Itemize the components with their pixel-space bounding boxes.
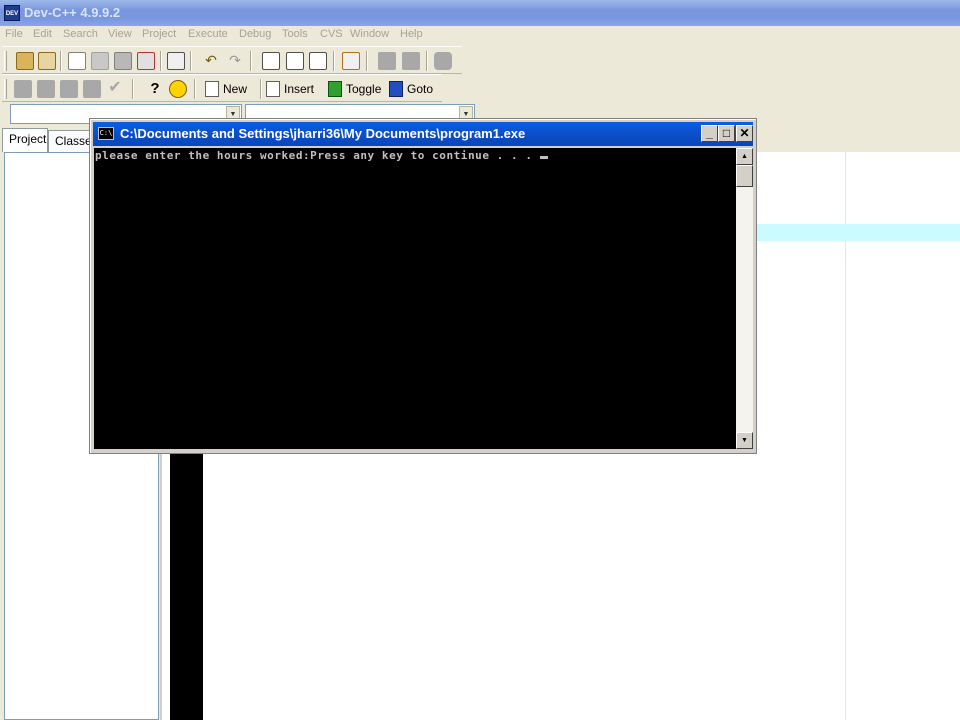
tab-project[interactable]: Project — [2, 128, 48, 152]
maximize-button[interactable]: □ — [718, 125, 735, 142]
new-button[interactable]: New — [205, 78, 247, 100]
goto-line-icon[interactable] — [342, 52, 360, 70]
minimize-button[interactable]: _ — [701, 125, 718, 142]
close-file-icon[interactable] — [137, 52, 155, 70]
menu-project[interactable]: Project — [142, 28, 176, 40]
toggle-bookmark-button[interactable]: Toggle — [328, 78, 381, 100]
goto-button-label: Goto — [407, 82, 434, 96]
console-window[interactable]: C:\ C:\Documents and Settings\jharri36\M… — [89, 118, 757, 454]
save-all-icon[interactable] — [114, 52, 132, 70]
find-next-icon[interactable] — [309, 52, 327, 70]
replace-icon[interactable] — [286, 52, 304, 70]
menu-debug[interactable]: Debug — [239, 28, 271, 40]
menu-window[interactable]: Window — [350, 28, 389, 40]
save-icon[interactable] — [91, 52, 109, 70]
menu-file[interactable]: File — [5, 28, 23, 40]
menu-tools[interactable]: Tools — [282, 28, 308, 40]
current-line-highlight — [756, 224, 960, 241]
new-file-icon[interactable] — [68, 52, 86, 70]
run-icon[interactable] — [37, 80, 55, 98]
toolbar-grip[interactable] — [4, 51, 7, 71]
check-syntax-icon[interactable]: ✔ — [106, 80, 124, 98]
toggle-bookmark-icon — [328, 81, 342, 97]
toolbar-separator — [160, 51, 162, 71]
console-icon[interactable]: C:\ — [98, 127, 114, 140]
goto-bookmark-icon — [389, 81, 403, 97]
rebuild-all-icon[interactable] — [83, 80, 101, 98]
console-output-line: please enter the hours worked:Press any … — [95, 149, 548, 162]
console-vertical-scrollbar[interactable]: ▲ ▼ — [736, 148, 753, 449]
new-button-label: New — [223, 82, 248, 96]
console-output-area[interactable]: please enter the hours worked:Press any … — [94, 148, 736, 449]
insert-button-label: Insert — [284, 82, 315, 96]
insert-button[interactable]: Insert — [266, 78, 314, 100]
console-output-text: please enter the hours worked:Press any … — [95, 149, 540, 162]
toolbar-separator — [132, 79, 134, 99]
toolbar-separator — [333, 51, 335, 71]
open-file-icon[interactable] — [38, 52, 56, 70]
undo-icon[interactable]: ↶ — [202, 52, 220, 70]
goto-bookmark-button[interactable]: Goto — [389, 78, 433, 100]
open-project-icon[interactable] — [16, 52, 34, 70]
compile-run-icon[interactable] — [60, 80, 78, 98]
help-icon[interactable]: ? — [146, 80, 164, 98]
scroll-thumb[interactable] — [736, 165, 753, 187]
menu-edit[interactable]: Edit — [33, 28, 52, 40]
toolbar-separator — [366, 51, 368, 71]
compile-icon[interactable] — [14, 80, 32, 98]
menu-bar: File Edit Search View Project Execute De… — [0, 26, 960, 44]
scroll-down-icon[interactable]: ▼ — [736, 432, 753, 449]
insert-icon — [266, 81, 280, 97]
toolbar-separator — [194, 79, 196, 99]
secondary-toolbar: ✔ ? New Insert Toggle Goto — [2, 74, 442, 102]
close-button[interactable]: ✕ — [736, 125, 753, 142]
toolbar-separator — [260, 79, 262, 99]
menu-cvs[interactable]: CVS — [320, 28, 343, 40]
menu-search[interactable]: Search — [63, 28, 98, 40]
menu-help[interactable]: Help — [400, 28, 423, 40]
find-icon[interactable] — [262, 52, 280, 70]
scroll-up-icon[interactable]: ▲ — [736, 148, 753, 165]
menu-execute[interactable]: Execute — [188, 28, 228, 40]
console-title-bar[interactable]: C:\ C:\Documents and Settings\jharri36\M… — [93, 122, 753, 146]
toggle-comment-icon[interactable] — [434, 52, 452, 70]
main-window-title: Dev-C++ 4.9.9.2 — [24, 5, 121, 20]
toolbar-grip[interactable] — [4, 79, 7, 99]
toolbar-separator — [190, 51, 192, 71]
about-smiley-icon[interactable] — [169, 80, 187, 98]
indent-icon[interactable] — [378, 52, 396, 70]
toolbar-separator — [60, 51, 62, 71]
redo-icon[interactable]: ↷ — [226, 52, 244, 70]
toggle-button-label: Toggle — [346, 82, 382, 96]
print-icon[interactable] — [167, 52, 185, 70]
text-cursor — [539, 156, 548, 159]
unindent-icon[interactable] — [402, 52, 420, 70]
console-title: C:\Documents and Settings\jharri36\My Do… — [120, 126, 526, 141]
menu-view[interactable]: View — [108, 28, 132, 40]
devcpp-app-icon[interactable]: DEV — [4, 5, 20, 21]
main-title-bar[interactable]: DEV Dev-C++ 4.9.9.2 — [0, 0, 960, 26]
toolbar-separator — [426, 51, 428, 71]
toolbar-separator — [250, 51, 252, 71]
new-page-icon — [205, 81, 219, 97]
main-toolbar: ↶ ↷ — [2, 46, 462, 74]
